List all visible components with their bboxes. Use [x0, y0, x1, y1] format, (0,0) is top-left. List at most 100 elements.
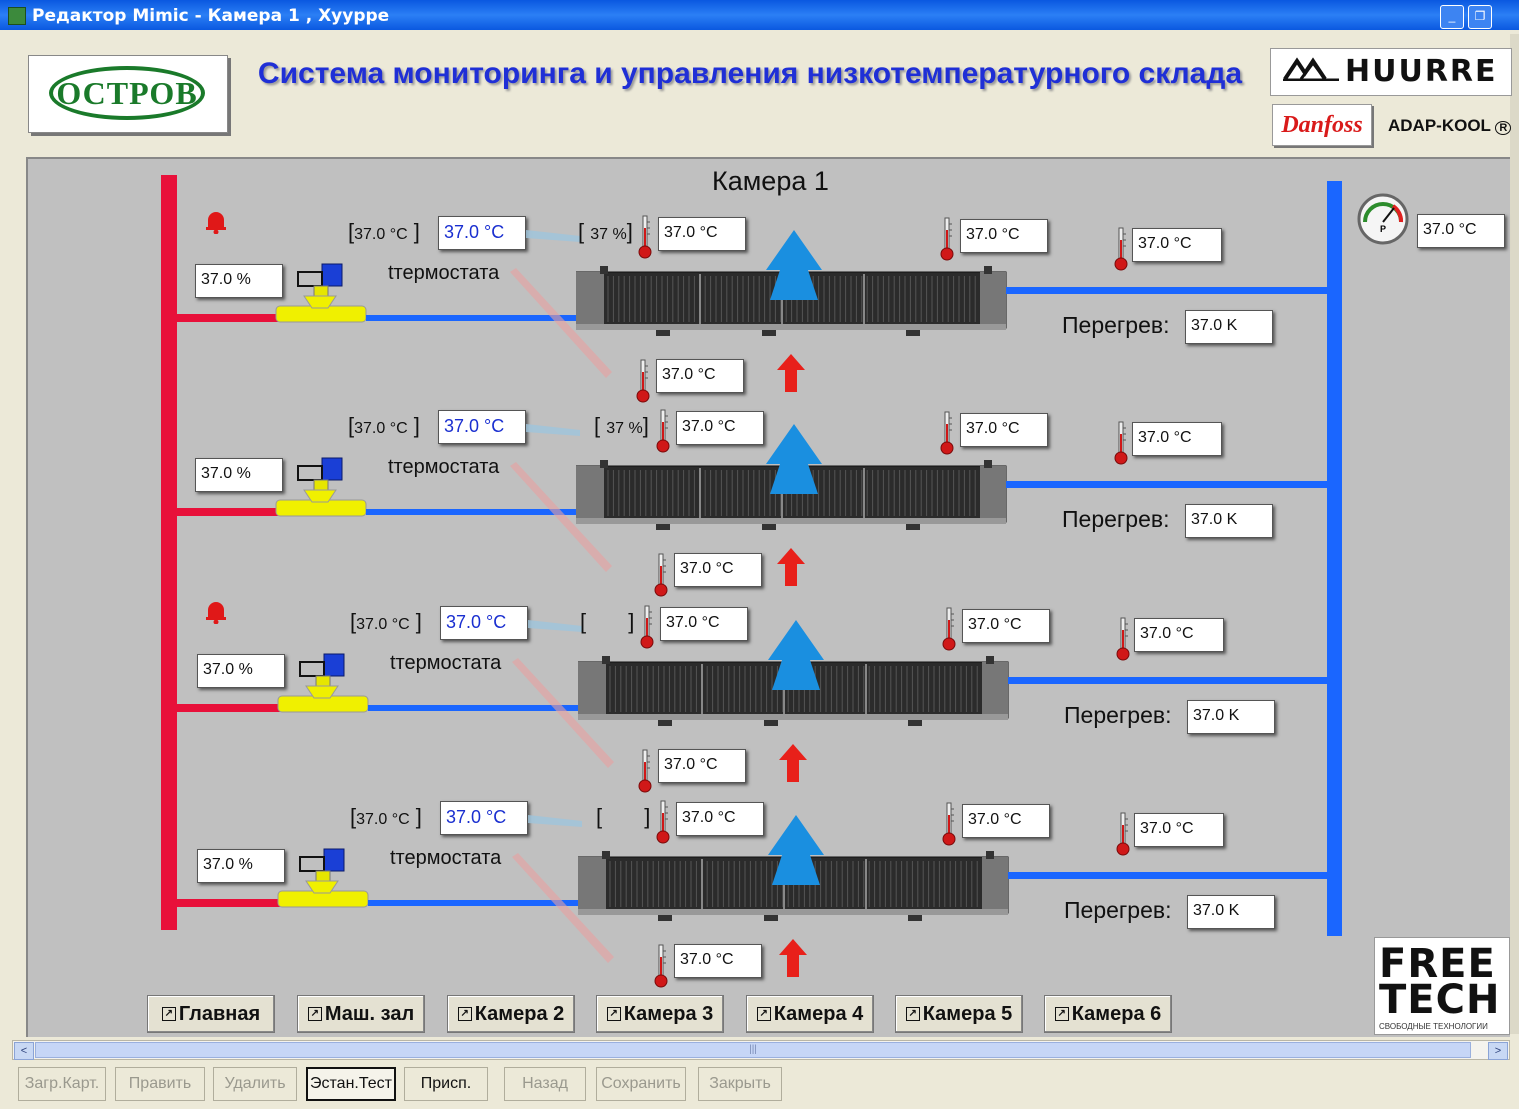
suction-line-pipe [1006, 481, 1328, 488]
edit-button[interactable]: Править [115, 1067, 205, 1101]
suction-header-pipe [1327, 181, 1342, 936]
vertical-scrollbar[interactable] [1510, 34, 1519, 1034]
nav-main-button[interactable]: ↗ Главная [147, 995, 275, 1033]
danfoss-logo: Danfoss [1272, 104, 1372, 146]
supply-branch-pipe [170, 704, 280, 712]
horizontal-scrollbar[interactable]: < ||| > [12, 1040, 1510, 1060]
scroll-right-button[interactable]: > [1488, 1042, 1508, 1060]
huurre-mountain-icon [1283, 57, 1339, 81]
page-title: Система мониторинга и управления низкоте… [257, 57, 1243, 90]
superheat-label: Перегрев: [1062, 506, 1170, 532]
back-button[interactable]: Назад [504, 1067, 586, 1101]
nav-machine-room-button[interactable]: ↗ Маш. зал [297, 995, 425, 1033]
scroll-left-button[interactable]: < [14, 1042, 34, 1060]
air-thermometer-icon [654, 553, 668, 597]
nav-camera-3-button[interactable]: ↗ Камера 3 [596, 995, 724, 1033]
setpoint-value: 37.0 °C [354, 420, 408, 437]
app-icon [8, 7, 26, 25]
suction-line-temp-field: 37.0 °C [1134, 813, 1224, 847]
suction-line-thermometer-icon [1114, 227, 1128, 271]
minimize-button[interactable]: _ [1440, 5, 1464, 29]
suction-line-thermometer-icon [1116, 812, 1130, 856]
supply-branch-pipe [170, 508, 280, 516]
inlet-thermometer-icon [638, 215, 652, 259]
setpoint-bracket: [37.0 °C ] [350, 609, 422, 634]
adapkool-text: ADAP-KOOL [1388, 116, 1491, 135]
scroll-thumb[interactable]: ||| [35, 1042, 1471, 1058]
setpoint-value: 37.0 °C [354, 226, 408, 243]
nav-button-label: Камера 2 [474, 1002, 565, 1025]
valve-opening-field: 37.0 % [197, 654, 285, 688]
evaporator-outlet-temp-field: 37.0 °C [962, 804, 1050, 838]
valve-opening-value: 37 % [606, 420, 643, 437]
danfoss-logo-text: Danfoss [1281, 111, 1363, 138]
return-air-arrow-icon [777, 548, 805, 586]
setpoint-value: 37.0 °C [356, 811, 410, 828]
nav-camera-4-button[interactable]: ↗ Камера 4 [746, 995, 874, 1033]
suction-line-thermometer-icon [1116, 617, 1130, 661]
huurre-logo-text: HUURRE [1345, 54, 1498, 89]
fan-airflow-arrow-icon [768, 815, 824, 885]
adjust-button[interactable]: Присп. [404, 1067, 488, 1101]
nav-button-label: Главная [178, 1002, 261, 1025]
evaporator-inlet-temp-field: 37.0 °C [658, 217, 746, 251]
alarm-bell-icon[interactable] [204, 598, 228, 629]
solenoid-valve-icon[interactable] [276, 648, 376, 718]
freetech-line2: TECH [1379, 977, 1501, 1023]
freetech-logo: FREE TECH СВОБОДНЫЕ ТЕХНОЛОГИИ [1374, 937, 1510, 1035]
shortcut-link-icon: ↗ [161, 1007, 176, 1021]
fan-airflow-arrow-icon [766, 424, 822, 494]
huurre-logo: HUURRE [1270, 48, 1512, 96]
air-thermometer-icon [654, 944, 668, 988]
shortcut-link-icon: ↗ [905, 1007, 920, 1021]
solenoid-valve-icon[interactable] [274, 452, 374, 522]
pressure-gauge-icon: P [1357, 193, 1409, 245]
suction-line-pipe [1008, 677, 1330, 684]
nav-camera-6-button[interactable]: ↗ Камера 6 [1044, 995, 1172, 1033]
nav-button-label: Камера 6 [1071, 1002, 1162, 1025]
suction-line-pipe [1008, 872, 1330, 879]
suction-temp-field: 37.0 °C [1417, 214, 1505, 248]
shortcut-link-icon: ↗ [1054, 1007, 1069, 1021]
shortcut-link-icon: ↗ [457, 1007, 472, 1021]
save-button[interactable]: Сохранить [596, 1067, 686, 1101]
svg-text:P: P [1380, 224, 1386, 234]
outlet-thermometer-icon [942, 802, 956, 846]
nav-camera-2-button[interactable]: ↗ Камера 2 [447, 995, 575, 1033]
superheat-field: 37.0 K [1185, 504, 1273, 538]
suction-line-pipe [1006, 287, 1328, 294]
valve-opening-bracket: [ ] [580, 609, 635, 634]
restore-button[interactable]: ❐ [1468, 5, 1492, 29]
load-map-button[interactable]: Загр.Карт. [18, 1067, 106, 1101]
nav-camera-5-button[interactable]: ↗ Камера 5 [895, 995, 1023, 1033]
valve-opening-value: 37 % [590, 226, 627, 243]
thermostat-label: tтермостата [390, 847, 502, 869]
superheat-label: Перегрев: [1064, 702, 1172, 728]
alarm-bell-icon[interactable] [204, 208, 228, 239]
close-button[interactable]: Закрыть [698, 1067, 782, 1101]
nav-button-label: Камера 3 [623, 1002, 714, 1025]
return-air-temp-field: 37.0 °C [674, 944, 762, 978]
air-thermometer-icon [636, 359, 650, 403]
inlet-thermometer-icon [640, 605, 654, 649]
shortcut-link-icon: ↗ [307, 1007, 322, 1021]
solenoid-valve-icon[interactable] [276, 843, 376, 913]
valve-opening-field: 37.0 % [195, 458, 283, 492]
setpoint-value: 37.0 °C [356, 616, 410, 633]
supply-header-pipe [161, 175, 177, 930]
suction-line-temp-field: 37.0 °C [1132, 422, 1222, 456]
setpoint-bracket: [37.0 °C ] [348, 413, 420, 438]
thermostat-label: tтермостата [388, 262, 500, 284]
inlet-thermometer-icon [656, 409, 670, 453]
return-air-temp-field: 37.0 °C [674, 553, 762, 587]
setpoint-bracket: [37.0 °C ] [348, 219, 420, 244]
thermostat-label: tтермостата [388, 456, 500, 478]
set-test-button[interactable]: Эстан.Тест [306, 1067, 396, 1101]
nav-button-label: Камера 4 [773, 1002, 864, 1025]
solenoid-valve-icon[interactable] [274, 258, 374, 328]
superheat-field: 37.0 K [1187, 895, 1275, 929]
registered-icon: R [1495, 121, 1512, 135]
outlet-thermometer-icon [940, 217, 954, 261]
delete-button[interactable]: Удалить [213, 1067, 297, 1101]
freetech-subtitle: СВОБОДНЫЕ ТЕХНОЛОГИИ [1379, 1022, 1488, 1031]
